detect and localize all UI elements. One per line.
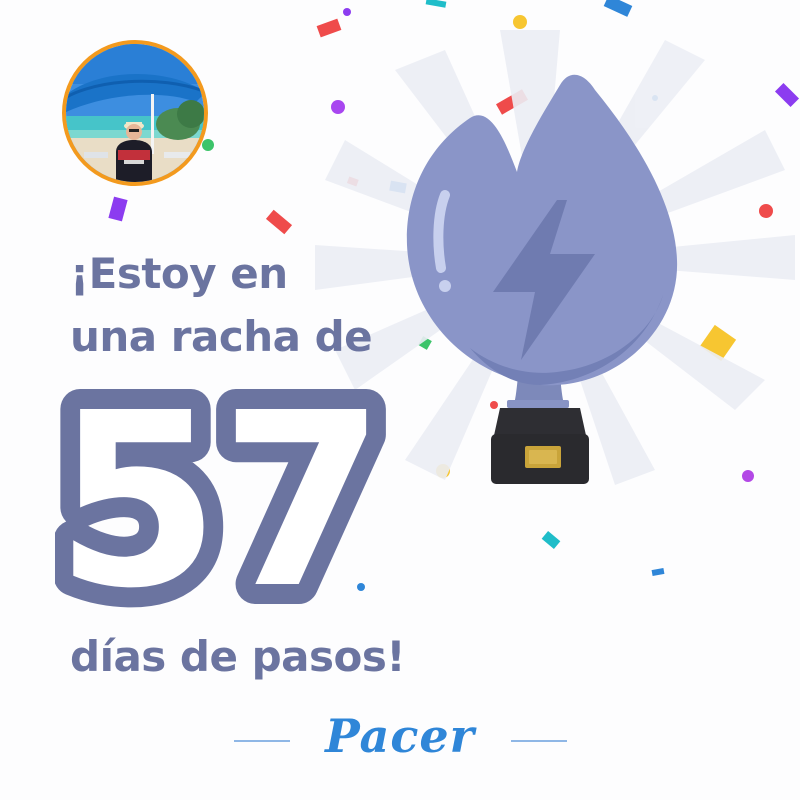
footer-divider-right [511, 740, 567, 742]
headline-line-2: una racha de [70, 312, 373, 361]
user-avatar[interactable] [62, 40, 208, 186]
brand-footer: Pacer [0, 706, 800, 766]
streak-count-fill: 57 [55, 372, 385, 612]
user-avatar-photo [66, 44, 204, 182]
streak-share-card: ¡Estoy en una racha de 57 57 días de pas… [0, 0, 800, 800]
pacer-logo: Pacer [325, 709, 475, 763]
headline-line-3: días de pasos! [70, 632, 406, 681]
headline-line-1: ¡Estoy en [70, 249, 288, 298]
streak-count: 57 57 [55, 372, 395, 612]
